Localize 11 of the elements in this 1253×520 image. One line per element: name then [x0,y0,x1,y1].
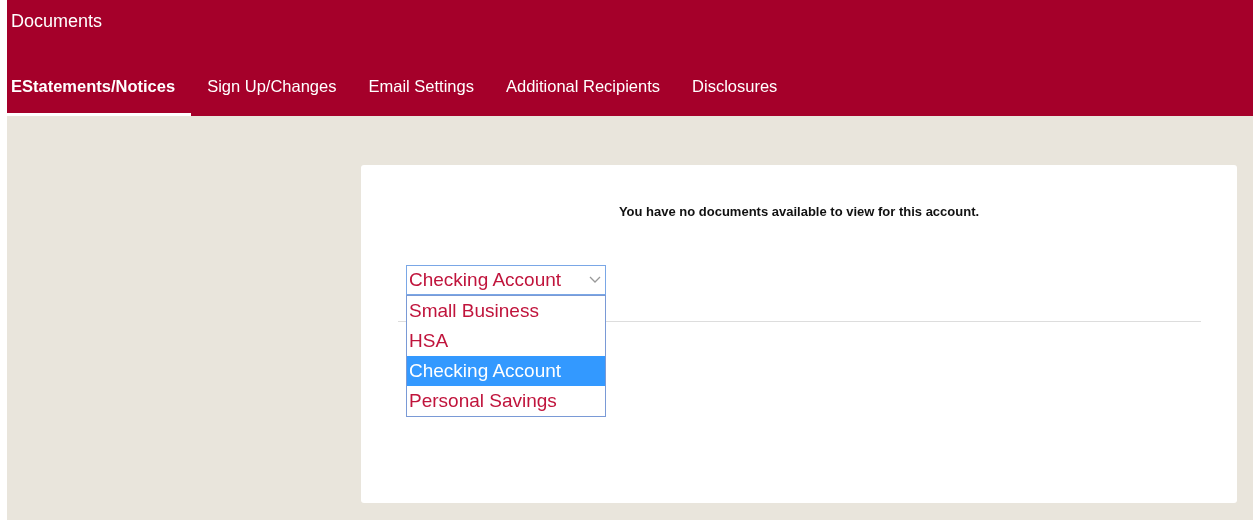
tab[interactable]: Email Settings [352,57,490,116]
tab[interactable]: Additional Recipients [489,57,677,116]
account-dropdown[interactable]: Checking Account [406,265,606,295]
page-title: Documents [10,10,104,33]
tab[interactable]: Disclosures [676,57,794,116]
caret-icon [589,276,601,284]
dropdown-option[interactable]: Small Business [407,296,605,326]
empty-message: You have no documents available to view for this account. [617,204,981,219]
dropdown-option[interactable]: HSA [407,326,605,356]
dropdown-option[interactable]: Personal Savings [407,386,605,416]
tab[interactable]: Sign Up/Changes [191,57,353,116]
